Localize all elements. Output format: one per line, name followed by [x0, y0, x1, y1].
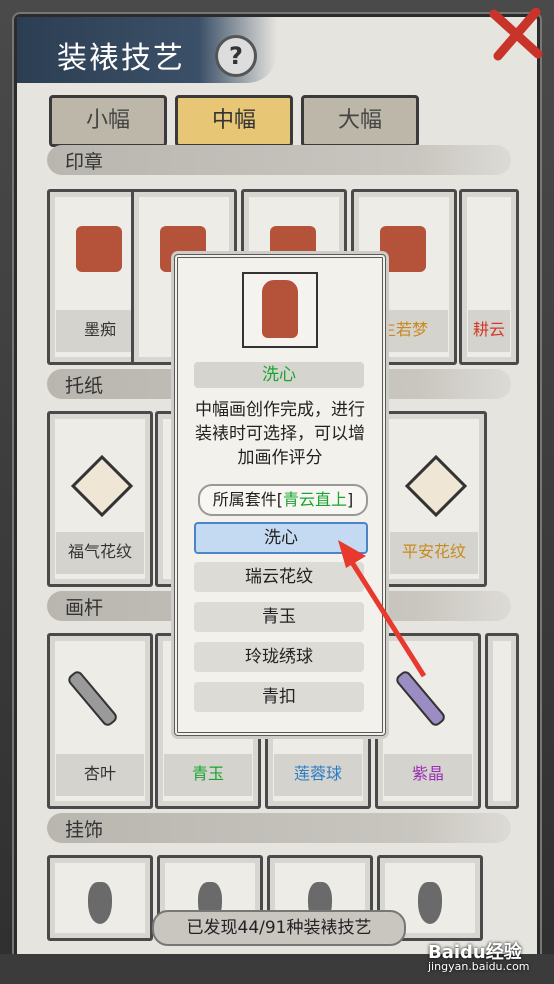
set-prefix: 所属套件[: [212, 490, 283, 509]
card-name: 紫晶: [411, 764, 444, 783]
seal-icon: [380, 226, 426, 272]
set-item-linglong[interactable]: 玲珑绣球: [194, 642, 364, 672]
card-name: 青玉: [191, 764, 224, 783]
tab-medium[interactable]: 中幅: [175, 95, 293, 147]
set-item-qingyu[interactable]: 青玉: [194, 602, 364, 632]
scroll-rod-icon: [65, 668, 120, 729]
pattern-icon: [404, 454, 468, 518]
hang-card-1[interactable]: [47, 855, 153, 941]
ornament-icon: [88, 882, 112, 924]
card-name: 莲蓉球: [293, 764, 342, 783]
section-paper-label: 托纸: [65, 375, 104, 397]
popup-description: 中幅画创作完成，进行装裱时可选择，可以增加画作评分: [195, 400, 365, 468]
card-name: 杏叶: [83, 764, 116, 783]
card-name: 福气花纹: [67, 542, 132, 561]
pattern-icon: [70, 454, 134, 518]
popup-set-label: 所属套件[青云直上]: [198, 484, 368, 516]
set-item-qingkou[interactable]: 青扣: [194, 682, 364, 712]
scroll-rod-icon: [393, 668, 448, 729]
seal-detail-popup: 洗心 中幅画创作完成，进行装裱时可选择，可以增加画作评分 所属套件[青云直上] …: [174, 254, 386, 736]
set-item-ruiyun[interactable]: 瑞云花纹: [194, 562, 364, 592]
help-button[interactable]: ?: [215, 35, 257, 77]
section-hang-label: 挂饰: [65, 819, 104, 841]
seal-icon: [76, 226, 122, 272]
popup-seal-frame: [242, 272, 318, 348]
seal-card-gengyun[interactable]: 耕云: [459, 189, 519, 365]
popup-item-name: 洗心: [194, 362, 364, 388]
paper-card-pingan[interactable]: 平安花纹: [381, 411, 487, 587]
card-name: 平安花纹: [401, 542, 466, 561]
tab-small[interactable]: 小幅: [49, 95, 167, 147]
section-seal: 印章: [47, 145, 511, 175]
paper-card-fuqi[interactable]: 福气花纹: [47, 411, 153, 587]
section-hang: 挂饰: [47, 813, 511, 843]
window-title: 装裱技艺: [57, 41, 185, 76]
tab-large[interactable]: 大幅: [301, 95, 419, 147]
close-icon[interactable]: [486, 4, 546, 64]
section-rod-label: 画杆: [65, 597, 104, 619]
section-seal-label: 印章: [65, 151, 104, 173]
card-name: 耕云: [472, 320, 505, 339]
ornament-icon: [418, 882, 442, 924]
title-bar: 装裱技艺 ?: [17, 17, 277, 83]
watermark-url: jingyan.baidu.com: [428, 960, 530, 973]
rod-card-5[interactable]: [485, 633, 519, 809]
discovery-counter: 已发现44/91种装裱技艺: [152, 910, 406, 946]
set-name: 青云直上: [282, 490, 347, 509]
seal-icon: [262, 280, 298, 338]
set-item-xixin[interactable]: 洗心: [194, 522, 368, 554]
rod-card-xingye[interactable]: 杏叶: [47, 633, 153, 809]
set-suffix: ]: [347, 490, 354, 509]
rod-card-zijing[interactable]: 紫晶: [375, 633, 481, 809]
